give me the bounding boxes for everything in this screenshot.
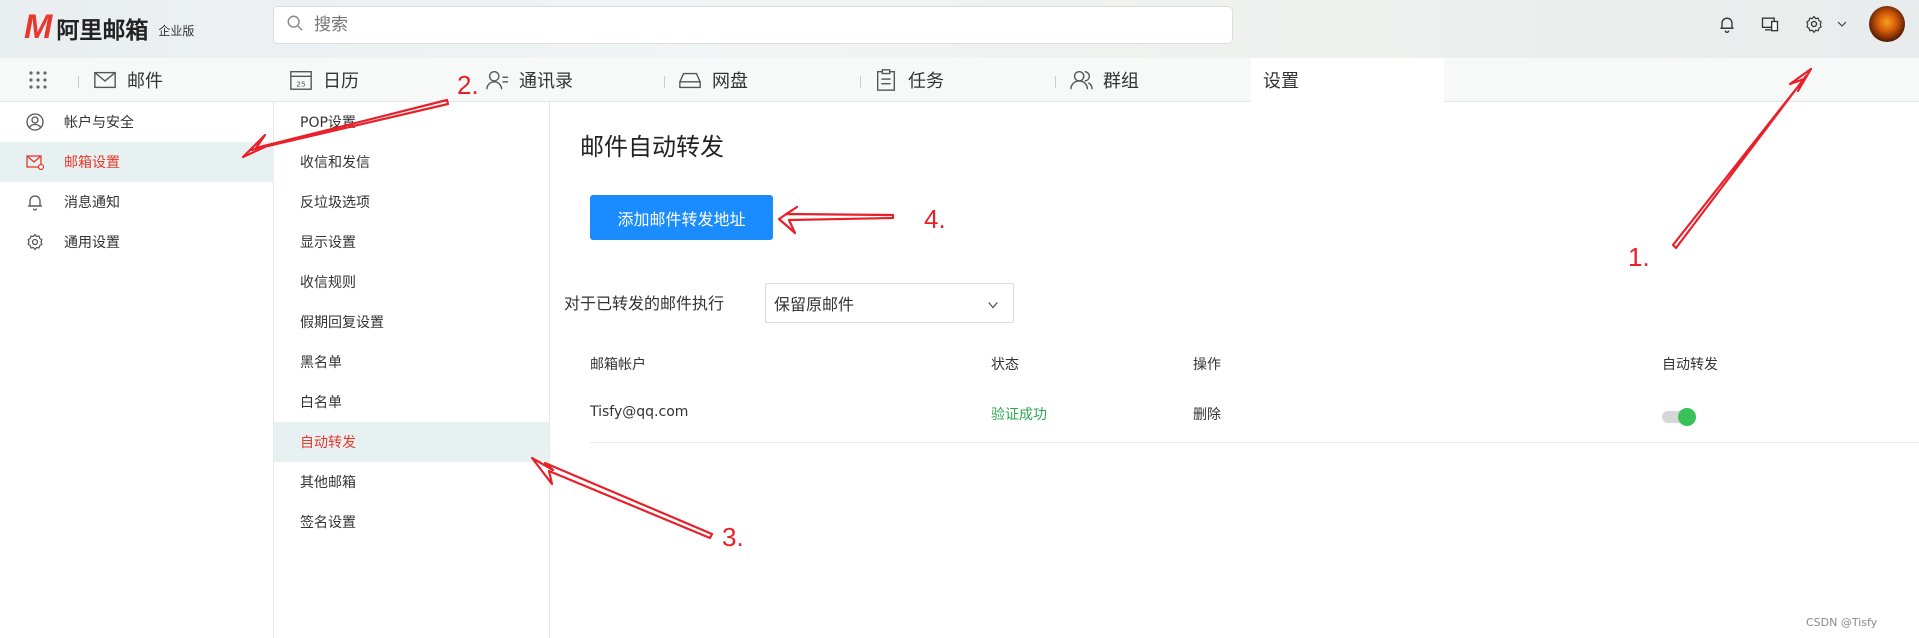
arrow-3-shape [530, 456, 714, 540]
tab-contacts[interactable]: 通讯录 [484, 58, 573, 102]
logo-edition: 企业版 [158, 24, 195, 38]
bell-icon [26, 193, 44, 211]
submenu-item-label: 白名单 [300, 395, 342, 411]
auto-forward-toggle[interactable] [1662, 408, 1698, 426]
devices-icon[interactable] [1758, 12, 1782, 36]
group-icon [1068, 67, 1094, 93]
submenu-item-other-mailboxes[interactable]: 其他邮箱 [274, 462, 549, 502]
submenu-item-label: 自动转发 [300, 435, 356, 451]
submenu-item-label: 签名设置 [300, 515, 356, 531]
submenu-item-label: 其他邮箱 [300, 475, 356, 491]
avatar[interactable] [1869, 6, 1905, 42]
submenu-item-label: 假期回复设置 [300, 315, 384, 331]
column-header-auto-forward: 自动转发 [1662, 357, 1718, 373]
tab-label: 日历 [323, 71, 359, 92]
search-bar[interactable] [273, 6, 1233, 44]
sidebar-item-label: 通用设置 [64, 235, 120, 251]
submenu-item-receive-rules[interactable]: 收信规则 [274, 262, 549, 302]
app-grid-icon[interactable] [28, 70, 48, 94]
sidebar-item-account-security[interactable]: 帐户与安全 [0, 102, 274, 142]
column-header-action: 操作 [1193, 357, 1221, 373]
chevron-down-icon [987, 296, 999, 315]
nav-divider [78, 76, 79, 88]
submenu-item-auto-forward[interactable]: 自动转发 [274, 422, 549, 462]
annotation-3: 3. [722, 522, 744, 552]
calendar-icon: 25 [288, 67, 314, 93]
mail-icon [92, 67, 118, 93]
delete-link[interactable]: 删除 [1193, 404, 1221, 424]
calendar-badge: 25 [296, 79, 306, 88]
sidebar-item-notifications[interactable]: 消息通知 [0, 182, 274, 222]
clipboard-icon [873, 67, 899, 93]
tab-label: 通讯录 [519, 71, 573, 92]
tab-label: 设置 [1263, 71, 1299, 92]
tab-label: 网盘 [712, 71, 748, 92]
tab-label: 群组 [1103, 71, 1139, 92]
nav-divider [860, 76, 861, 88]
user-icon [26, 113, 44, 131]
tab-drive[interactable]: 网盘 [677, 58, 748, 102]
forward-account-email: Tisfy@qq.com [590, 404, 689, 420]
mail-settings-icon [26, 153, 44, 171]
gear-icon [26, 233, 44, 251]
nav-divider [664, 76, 665, 88]
tab-tasks[interactable]: 任务 [873, 58, 944, 102]
submenu-item-vacation-reply[interactable]: 假期回复设置 [274, 302, 549, 342]
column-header-status: 状态 [991, 357, 1019, 373]
annotation-1: 1. [1628, 242, 1650, 272]
nav-divider [1055, 76, 1056, 88]
mailbox-settings-submenu: POP设置 收信和发信 反垃圾选项 显示设置 收信规则 假期回复设置 黑名单 白… [274, 102, 550, 638]
sidebar-item-label: 消息通知 [64, 195, 120, 211]
settings-sidebar: 帐户与安全 邮箱设置 消息通知 通用设置 [0, 102, 274, 638]
submenu-item-blacklist[interactable]: 黑名单 [274, 342, 549, 382]
search-icon [286, 14, 304, 36]
tab-groups[interactable]: 群组 [1068, 58, 1139, 102]
top-header: M 阿里邮箱 企业版 [0, 0, 1919, 58]
submenu-item-label: 显示设置 [300, 235, 356, 251]
submenu-item-signature[interactable]: 签名设置 [274, 502, 549, 542]
tab-label: 任务 [908, 71, 944, 92]
main-nav: 邮件 25 日历 通讯录 网盘 任务 群组 设置 [0, 58, 1919, 102]
tab-label: 邮件 [127, 71, 163, 92]
tab-calendar[interactable]: 25 日历 [288, 58, 359, 102]
submenu-item-label: POP设置 [300, 115, 356, 131]
submenu-item-label: 收信规则 [300, 275, 356, 291]
tab-settings[interactable]: 设置 [1251, 58, 1444, 102]
submenu-item-whitelist[interactable]: 白名单 [274, 382, 549, 422]
toggle-knob [1678, 408, 1696, 426]
submenu-item-pop[interactable]: POP设置 [274, 102, 549, 142]
submenu-item-label: 收信和发信 [300, 155, 370, 171]
annotation-2: 2. [457, 70, 479, 100]
arrow-4-shape [777, 205, 895, 235]
sidebar-item-general-settings[interactable]: 通用设置 [0, 222, 274, 262]
sidebar-item-mailbox-settings[interactable]: 邮箱设置 [0, 142, 274, 182]
logo-mark: M [24, 8, 52, 46]
drive-icon [677, 67, 703, 93]
annotation-4: 4. [924, 204, 946, 234]
forwarded-action-select[interactable]: 保留原邮件 [765, 283, 1014, 323]
submenu-item-antispam[interactable]: 反垃圾选项 [274, 182, 549, 222]
bell-icon[interactable] [1715, 12, 1739, 36]
search-input[interactable] [314, 15, 1194, 35]
page-title: 邮件自动转发 [580, 133, 724, 161]
forwarded-action-value: 保留原邮件 [774, 295, 855, 314]
forwarded-action-label: 对于已转发的邮件执行 [564, 294, 725, 313]
add-forward-address-button[interactable]: 添加邮件转发地址 [590, 195, 773, 240]
watermark: CSDN @Tisfy [1806, 616, 1878, 629]
gear-icon[interactable] [1802, 12, 1826, 36]
column-header-account: 邮箱帐户 [590, 357, 646, 373]
status-badge: 验证成功 [991, 407, 1047, 423]
submenu-item-label: 反垃圾选项 [300, 195, 370, 211]
sidebar-item-label: 邮箱设置 [64, 155, 120, 171]
submenu-item-display[interactable]: 显示设置 [274, 222, 549, 262]
contacts-icon [484, 67, 510, 93]
submenu-item-send-receive[interactable]: 收信和发信 [274, 142, 549, 182]
sidebar-item-label: 帐户与安全 [64, 115, 134, 131]
chevron-down-icon[interactable] [1830, 12, 1854, 36]
tab-mail[interactable]: 邮件 [92, 58, 163, 102]
table-row-divider [590, 442, 1919, 443]
logo-name: 阿里邮箱 [56, 17, 149, 44]
brand-logo[interactable]: M 阿里邮箱 企业版 [24, 8, 194, 47]
submenu-item-label: 黑名单 [300, 355, 342, 371]
